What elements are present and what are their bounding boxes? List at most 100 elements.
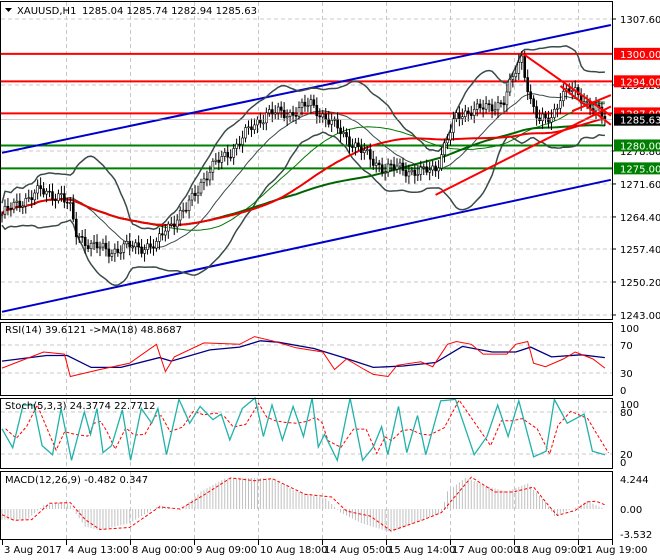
- candle: [422, 166, 426, 169]
- candle: [511, 76, 515, 80]
- candle: [431, 165, 434, 171]
- rsi-tick-label: 70: [620, 341, 633, 352]
- candle: [155, 241, 158, 249]
- time-label: 21 Aug 19:00: [580, 545, 647, 556]
- trend-line: [521, 52, 612, 117]
- rsi-tick-label: 0: [620, 386, 626, 397]
- candle: [464, 110, 467, 118]
- candle: [42, 188, 45, 195]
- rsi-tick-label: 100: [620, 324, 639, 335]
- candle: [276, 106, 280, 114]
- candle: [413, 169, 417, 176]
- candle: [514, 73, 518, 78]
- symbol-label: XAUUSD,H1: [17, 6, 76, 17]
- candle: [419, 166, 423, 175]
- level-label: 1300.00: [620, 50, 660, 61]
- macd-tick-label: -3.532: [620, 530, 652, 541]
- candle: [158, 233, 161, 242]
- rsi-label: RSI(14) 39.6121 ->MA(18) 48.8687: [5, 325, 182, 336]
- candle: [137, 242, 140, 248]
- candle: [60, 193, 63, 195]
- candle: [164, 230, 167, 236]
- time-label: 17 Aug 00:00: [452, 545, 519, 556]
- candle: [122, 243, 126, 253]
- candle: [357, 142, 360, 148]
- candle: [392, 164, 396, 170]
- time-label: 4 Aug 13:00: [68, 545, 129, 556]
- candle: [175, 219, 179, 228]
- candle: [178, 210, 182, 221]
- macd-tick-label: 0.00: [620, 505, 642, 516]
- candle: [360, 146, 363, 154]
- candle: [461, 116, 464, 119]
- candle: [169, 223, 173, 226]
- trading-chart[interactable]: 3 Aug 2017 4 Aug 13:00 8 Aug 00:00 9 Aug 09…: [0, 0, 660, 560]
- candle: [143, 249, 146, 254]
- candle: [312, 99, 316, 106]
- candle: [18, 200, 22, 208]
- candle: [404, 170, 408, 177]
- candle: [205, 178, 209, 181]
- candle: [458, 112, 461, 119]
- macd-label: MACD(12,26,9) -0.482 0.347: [5, 475, 148, 486]
- candle: [538, 117, 541, 121]
- price-tick-label: 1243.00: [620, 311, 660, 322]
- candle: [297, 107, 301, 117]
- candle: [232, 148, 235, 158]
- candle: [377, 162, 381, 166]
- candle: [526, 77, 529, 93]
- candle: [24, 198, 28, 207]
- candle: [238, 143, 241, 146]
- candle: [128, 241, 132, 248]
- candle: [223, 152, 227, 157]
- price-panel[interactable]: [0, 24, 612, 313]
- time-label: 8 Aug 00:00: [132, 545, 193, 556]
- candle: [300, 101, 304, 108]
- candle: [80, 236, 84, 238]
- candle: [529, 91, 532, 100]
- candle: [226, 152, 230, 158]
- candle: [211, 160, 215, 173]
- candle: [321, 113, 325, 118]
- candle: [113, 248, 117, 254]
- candle: [167, 223, 170, 232]
- candle: [416, 174, 420, 176]
- candle: [250, 126, 253, 131]
- candle: [208, 171, 212, 181]
- candle: [345, 132, 348, 138]
- moving-average-long: [1, 124, 605, 226]
- candle: [425, 166, 429, 173]
- candle: [107, 248, 111, 257]
- price-tick-label: 1307.60: [620, 15, 660, 26]
- candle: [247, 126, 250, 129]
- candle: [220, 156, 224, 163]
- candle: [48, 190, 51, 193]
- candle: [110, 253, 114, 257]
- candle: [270, 109, 274, 115]
- rsi-panel[interactable]: [1, 336, 606, 378]
- candle: [306, 105, 310, 108]
- candle: [502, 102, 506, 106]
- candle: [368, 149, 372, 160]
- candle: [303, 101, 307, 107]
- candle: [3, 205, 7, 215]
- candle: [398, 162, 402, 167]
- candle: [71, 202, 75, 220]
- channel-lower-line: [1, 178, 612, 313]
- candle: [273, 112, 277, 115]
- candle: [374, 162, 378, 166]
- dropdown-triangle-icon[interactable]: [5, 8, 12, 12]
- candle: [484, 103, 488, 110]
- candle: [452, 118, 455, 133]
- candle: [259, 119, 262, 124]
- candle: [98, 246, 102, 249]
- candle: [0, 213, 4, 216]
- candle: [63, 193, 66, 203]
- candle: [446, 139, 449, 144]
- candle: [119, 252, 123, 254]
- candle: [318, 115, 322, 118]
- candle: [407, 171, 411, 177]
- candle: [101, 242, 105, 248]
- time-label: 3 Aug 2017: [4, 545, 62, 556]
- rsi-tick-label: 30: [620, 369, 633, 380]
